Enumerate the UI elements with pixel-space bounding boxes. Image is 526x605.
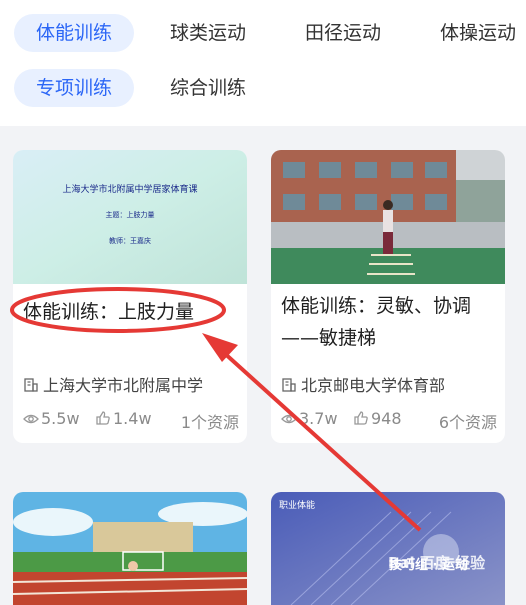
views-count: 5.5w (41, 409, 80, 428)
chip-comprehensive[interactable]: 综合训练 (170, 69, 246, 107)
thumb-label: 职业体能 (279, 501, 316, 511)
course-card[interactable]: 上海大学市北附属中学居家体育课 主题：上肢力量 教师：王嘉庆 体能训练：上肢力量… (13, 150, 247, 443)
course-thumbnail: 上海大学市北附属中学居家体育课 主题：上肢力量 教师：王嘉庆 (13, 150, 247, 284)
views-stat: 3.7w (281, 409, 338, 428)
likes-count: 1.4w (113, 409, 152, 428)
card-title: 体能训练：灵敏、协调——敏捷梯 (281, 295, 472, 349)
thumbs-up-icon (96, 411, 110, 425)
chip-track-field[interactable]: 田径运动 (305, 14, 381, 52)
card-organization: 北京邮电大学体育部 (281, 372, 503, 396)
chip-ball-sports[interactable]: 球类运动 (170, 14, 246, 52)
org-name: 上海大学市北附属中学 (43, 376, 204, 395)
card-stats: 3.7w 948 6个资源 (281, 409, 497, 432)
course-thumbnail (271, 150, 505, 284)
course-thumbnail (13, 492, 247, 605)
card-organization: 上海大学市北附属中学 (23, 372, 245, 396)
chip-special-training[interactable]: 专项训练 (14, 69, 135, 107)
card-title: 体能训练：上肢力量 (23, 301, 195, 323)
thumbs-up-icon (354, 411, 368, 425)
resource-count: 6个资源 (438, 413, 497, 432)
likes-stat: 948 (353, 409, 402, 428)
resource-count: 1个资源 (180, 413, 239, 432)
thumb-teacher: 教师：王嘉庆 (109, 237, 151, 245)
category-filter: 体能训练 球类运动 田径运动 体操运动 专项训练 综合训练 (0, 0, 526, 126)
likes-stat: 1.4w (95, 409, 152, 428)
org-name: 北京邮电大学体育部 (301, 376, 446, 395)
chip-fitness[interactable]: 体能训练 (14, 14, 135, 52)
card-stats: 5.5w 1.4w 1个资源 (23, 409, 239, 432)
thumb-heading: 上海大学市北附属中学居家体育课 (62, 185, 198, 195)
thumb-topic: 主题：上肢力量 (105, 211, 155, 219)
watermark: Bai 百度 经验 (388, 554, 486, 572)
likes-count: 948 (371, 409, 402, 428)
course-card[interactable]: 体能训练：灵敏、协调——敏捷梯 北京邮电大学体育部 3.7w 948 6个资源 (271, 150, 505, 443)
course-thumbnail: 职业体能 技巧组 · 运动 (271, 492, 505, 605)
building-icon (24, 378, 38, 392)
course-card[interactable] (13, 492, 247, 605)
views-count: 3.7w (299, 409, 338, 428)
course-card[interactable]: 职业体能 技巧组 · 运动 (271, 492, 505, 605)
eye-icon (23, 414, 39, 424)
views-stat: 5.5w (23, 409, 80, 428)
chip-gymnastics[interactable]: 体操运动 (440, 14, 516, 52)
building-icon (282, 378, 296, 392)
eye-icon (281, 414, 297, 424)
